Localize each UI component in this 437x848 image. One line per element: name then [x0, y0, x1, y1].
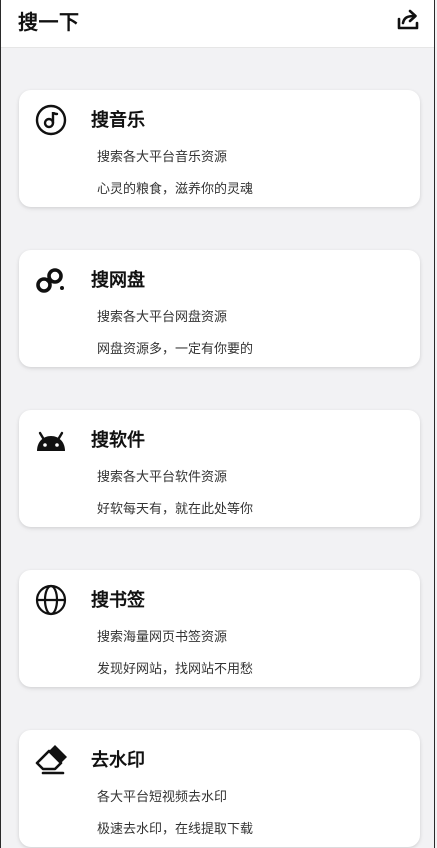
card-description: 搜索各大平台软件资源	[97, 470, 228, 485]
globe-icon	[34, 583, 68, 617]
card-title: 去水印	[91, 750, 145, 771]
share-icon	[397, 9, 419, 30]
music-icon	[34, 103, 68, 137]
card-title: 搜音乐	[91, 110, 145, 131]
card-slogan: 发现好网站，找网站不用愁	[97, 662, 254, 677]
card-slogan: 网盘资源多，一定有你要的	[97, 342, 254, 357]
top-bar: 搜一下	[1, 0, 434, 48]
card-description: 搜索各大平台网盘资源	[97, 310, 228, 325]
android-icon	[34, 423, 68, 457]
card-slogan: 极速去水印，在线提取下载	[97, 822, 254, 837]
card-slogan: 好软每天有，就在此处等你	[97, 502, 254, 517]
card-remove-watermark[interactable]: 去水印 各大平台短视频去水印 极速去水印，在线提取下载	[19, 730, 420, 847]
card-search-netdisk[interactable]: 搜网盘 搜索各大平台网盘资源 网盘资源多，一定有你要的	[19, 250, 420, 367]
share-button[interactable]	[394, 6, 422, 34]
card-description: 搜索海量网页书签资源	[97, 630, 228, 645]
card-slogan: 心灵的粮食，滋养你的灵魂	[97, 182, 254, 197]
baidu-pan-icon	[34, 263, 68, 297]
card-description: 各大平台短视频去水印	[97, 790, 228, 805]
page-title: 搜一下	[18, 10, 80, 34]
card-title: 搜网盘	[91, 270, 145, 291]
card-title: 搜软件	[91, 430, 145, 451]
app-screen: 搜一下 搜音乐 搜索各大平台音乐资源 心灵的粮食，滋养你的灵魂 搜网盘 搜索各大…	[0, 0, 435, 848]
eraser-icon	[34, 743, 68, 777]
card-search-software[interactable]: 搜软件 搜索各大平台软件资源 好软每天有，就在此处等你	[19, 410, 420, 527]
card-search-music[interactable]: 搜音乐 搜索各大平台音乐资源 心灵的粮食，滋养你的灵魂	[19, 90, 420, 207]
card-title: 搜书签	[91, 590, 145, 611]
card-description: 搜索各大平台音乐资源	[97, 150, 228, 165]
card-search-bookmarks[interactable]: 搜书签 搜索海量网页书签资源 发现好网站，找网站不用愁	[19, 570, 420, 687]
